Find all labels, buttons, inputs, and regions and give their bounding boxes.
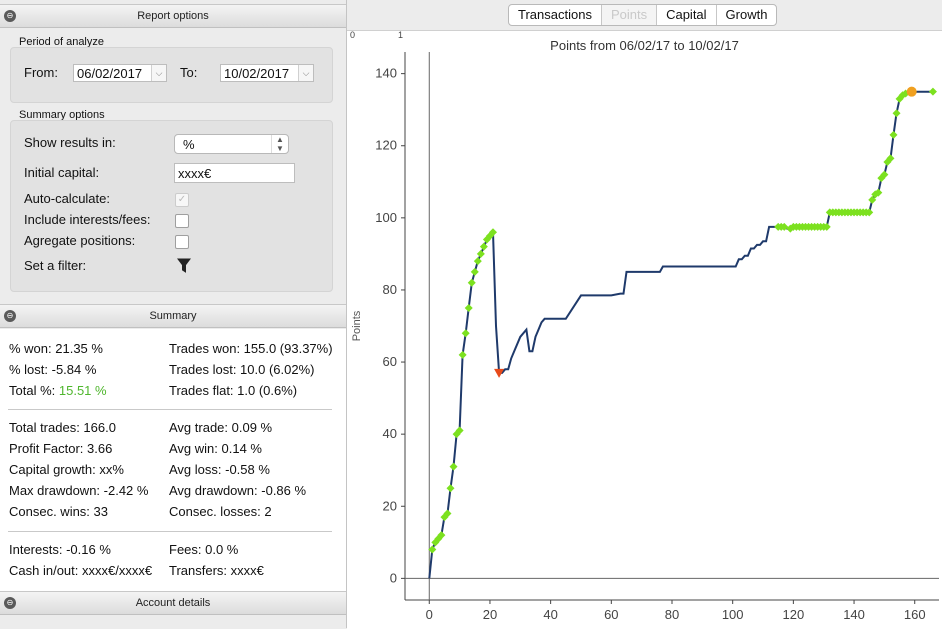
y-tick-label: 60 <box>383 354 397 369</box>
x-tick-label: 160 <box>904 607 926 622</box>
to-label: To: <box>180 65 198 80</box>
from-date-stepper-icon[interactable]: ⌵ <box>151 65 166 81</box>
initial-capital-label: Initial capital: <box>24 165 100 180</box>
y-tick-label: 140 <box>375 66 397 81</box>
to-date-field[interactable]: 10/02/2017 ⌵ <box>220 64 314 82</box>
include-interests-checkbox[interactable] <box>175 214 189 228</box>
from-date-value: 06/02/2017 <box>77 66 143 81</box>
to-date-stepper-icon[interactable]: ⌵ <box>298 65 313 81</box>
total-percent-label: Total %: <box>9 383 56 398</box>
aggregate-positions-checkbox[interactable] <box>175 235 189 249</box>
collapse-icon[interactable]: ⊖ <box>4 10 16 22</box>
y-tick-label: 100 <box>375 210 397 225</box>
collapse-icon[interactable]: ⊖ <box>4 310 16 322</box>
data-point-marker <box>479 242 488 251</box>
data-point-marker <box>467 278 476 287</box>
summary-header[interactable]: ⊖ Summary <box>0 304 346 328</box>
total-percent: Total %: 15.51 % <box>9 383 107 398</box>
y-tick-label: 20 <box>383 498 397 513</box>
avg-drawdown: Avg drawdown: -0.86 % <box>169 483 307 498</box>
aggregate-positions-label: Agregate positions: <box>24 233 136 248</box>
x-tick-label: 120 <box>783 607 805 622</box>
total-trades: Total trades: 166.0 <box>9 420 116 435</box>
include-interests-label: Include interests/fees: <box>24 212 151 227</box>
x-tick-label: 60 <box>604 607 618 622</box>
data-point-marker <box>449 462 458 471</box>
view-tabs: Transactions Points Capital Growth <box>508 4 778 26</box>
data-point-marker <box>476 249 485 258</box>
summary-content: % won: 21.35 % % lost: -5.84 % Total %: … <box>0 329 346 591</box>
tab-growth[interactable]: Growth <box>715 5 777 25</box>
report-sidebar: ⊖ Report options Period of analyze From:… <box>0 0 347 628</box>
tab-capital[interactable]: Capital <box>656 5 715 25</box>
x-tick-label: 100 <box>722 607 744 622</box>
to-date-value: 10/02/2017 <box>224 66 290 81</box>
trades-lost: Trades lost: 10.0 (6.02%) <box>169 362 315 377</box>
x-tick-label: 140 <box>843 607 865 622</box>
summary-divider <box>8 409 332 410</box>
account-details-title: Account details <box>135 597 211 609</box>
select-arrows-icon: ▲ ▼ <box>271 135 288 153</box>
cash-in-out: Cash in/out: xxxx€/xxxx€ <box>9 563 153 578</box>
x-tick-label: 0 <box>426 607 433 622</box>
auto-calculate-checkbox[interactable]: ✓ <box>175 193 189 207</box>
tab-points[interactable]: Points <box>600 5 657 25</box>
data-point-marker <box>889 130 898 139</box>
interests: Interests: -0.16 % <box>9 542 111 557</box>
report-options-title: Report options <box>137 10 209 22</box>
from-label: From: <box>24 65 58 80</box>
avg-win: Avg win: 0.14 % <box>169 441 262 456</box>
max-point-marker <box>906 86 917 97</box>
data-point-marker <box>464 303 473 312</box>
avg-loss: Avg loss: -0.58 % <box>169 462 270 477</box>
report-options-header[interactable]: ⊖ Report options <box>0 4 346 28</box>
data-point-marker <box>928 87 937 96</box>
y-axis-label: Points <box>351 310 363 341</box>
y-tick-label: 120 <box>375 138 397 153</box>
won-percent: % won: 21.35 % <box>9 341 103 356</box>
data-point-marker <box>446 484 455 493</box>
data-point-marker <box>470 267 479 276</box>
trades-won: Trades won: 155.0 (93.37%) <box>169 341 333 356</box>
transfers: Transfers: xxxx€ <box>169 563 264 578</box>
from-date-field[interactable]: 06/02/2017 ⌵ <box>73 64 167 82</box>
account-details-header[interactable]: ⊖ Account details <box>0 591 346 615</box>
show-results-value: % <box>183 137 195 152</box>
chart-panel: Transactions Points Capital Growth 0 1 P… <box>347 0 942 629</box>
data-point-marker <box>892 109 901 118</box>
trades-flat: Trades flat: 1.0 (0.6%) <box>169 383 298 398</box>
summary-title: Summary <box>149 310 197 322</box>
x-tick-label: 40 <box>543 607 557 622</box>
show-results-select[interactable]: % ▲ ▼ <box>174 134 289 154</box>
y-tick-label: 0 <box>390 570 397 585</box>
profit-factor: Profit Factor: 3.66 <box>9 441 113 456</box>
capital-growth: Capital growth: xx% <box>9 462 124 477</box>
consec-wins: Consec. wins: 33 <box>9 504 108 519</box>
points-chart[interactable]: 0 20 40 60 80 100 120 140 0 20 40 60 80 100 120 140 160 P… <box>347 30 942 628</box>
total-percent-value: 15.51 % <box>58 383 107 398</box>
fees: Fees: 0.0 % <box>169 542 239 557</box>
y-tick-label: 40 <box>383 426 397 441</box>
summary-divider <box>8 531 332 532</box>
collapse-icon[interactable]: ⊖ <box>4 597 16 609</box>
avg-trade: Avg trade: 0.09 % <box>169 420 273 435</box>
y-tick-label: 80 <box>383 282 397 297</box>
max-drawdown: Max drawdown: -2.42 % <box>9 483 149 498</box>
points-line <box>428 90 933 579</box>
x-tick-label: 80 <box>665 607 679 622</box>
consec-losses: Consec. losses: 2 <box>169 504 272 519</box>
data-point-marker <box>461 329 470 338</box>
filter-icon[interactable] <box>177 258 191 274</box>
initial-capital-input[interactable]: xxxx€ <box>174 163 295 183</box>
data-point-marker <box>458 350 467 359</box>
auto-calculate-label: Auto-calculate: <box>24 191 110 206</box>
x-tick-label: 20 <box>483 607 497 622</box>
show-results-label: Show results in: <box>24 135 116 150</box>
tab-transactions[interactable]: Transactions <box>509 5 601 25</box>
data-point-marker <box>473 257 482 266</box>
set-filter-label: Set a filter: <box>24 258 87 273</box>
lost-percent: % lost: -5.84 % <box>9 362 97 377</box>
